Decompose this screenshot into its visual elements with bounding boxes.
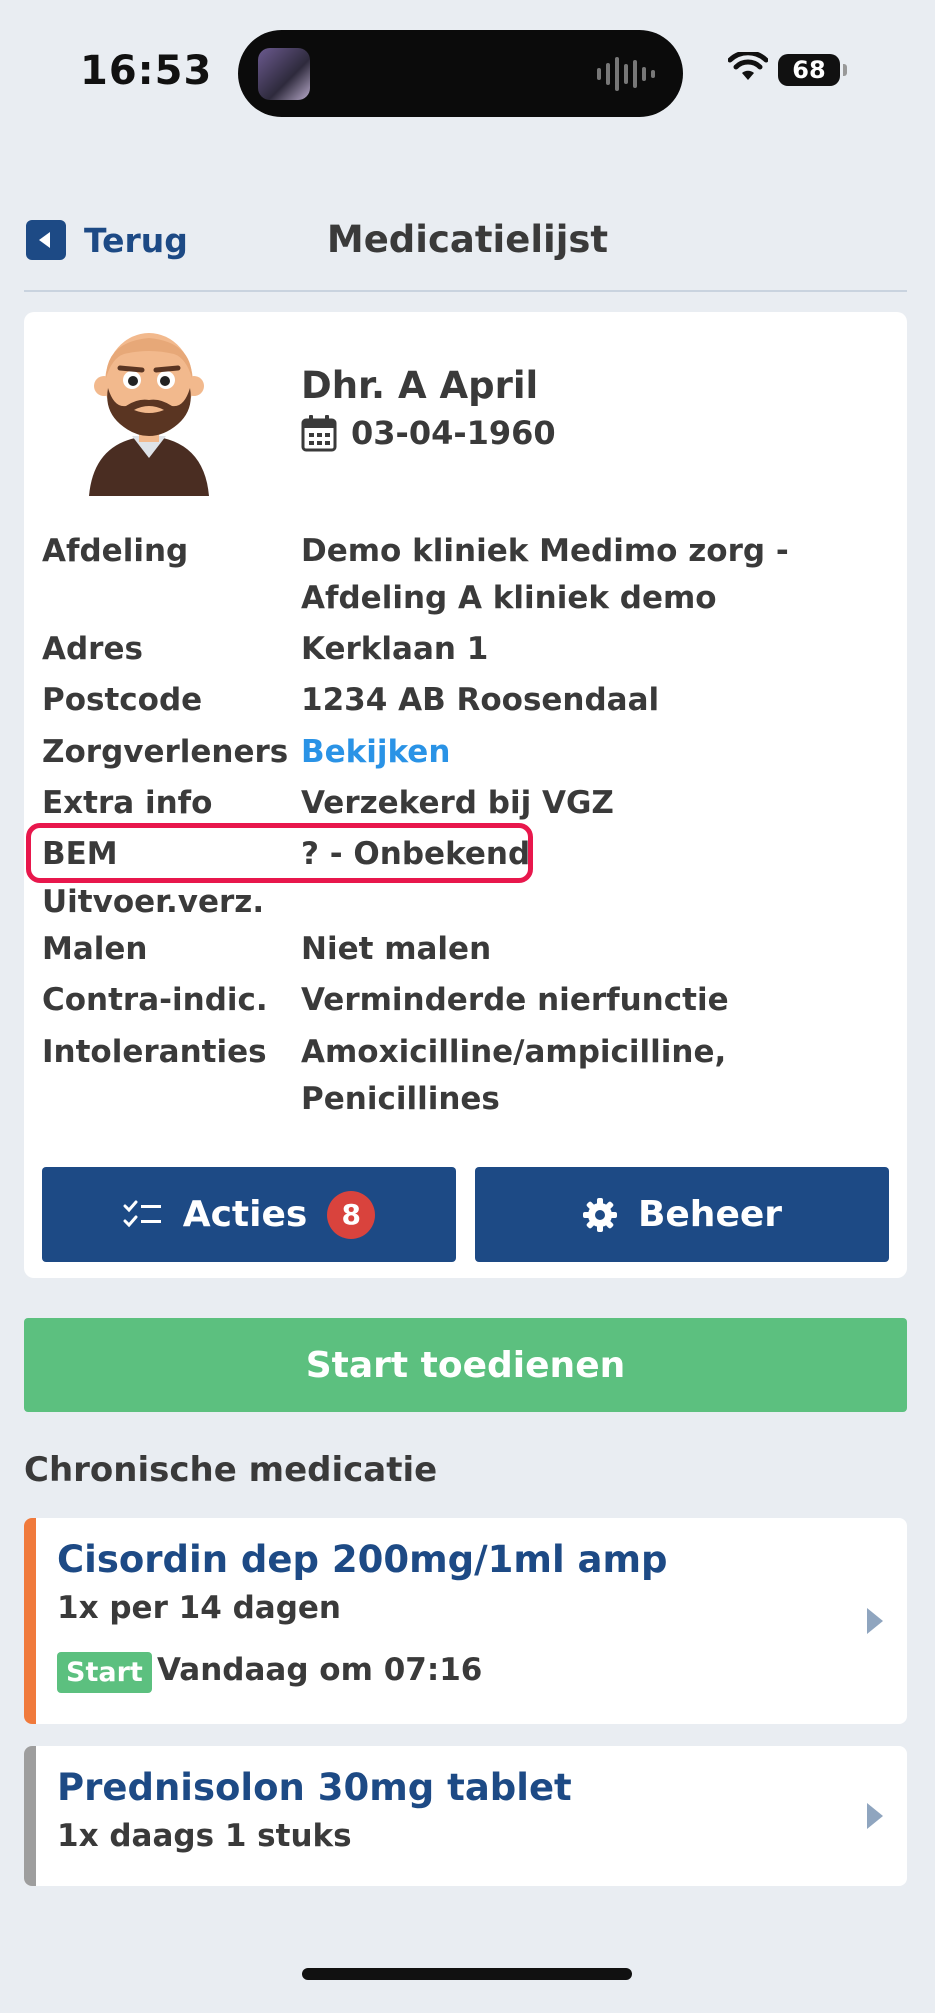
bem-highlight-box (26, 823, 533, 883)
field-label: Extra info (42, 785, 213, 821)
chevron-right-icon (867, 1608, 883, 1634)
field-value: Demo kliniek Medimo zorg - Afdeling A kl… (301, 533, 789, 616)
battery-indicator: 68 (778, 54, 847, 86)
medication-frequency: 1x per 14 dagen (57, 1590, 341, 1626)
medication-card[interactable]: Prednisolon 30mg tablet 1x daags 1 stuks (24, 1746, 907, 1886)
patient-card: Dhr. A April 03-04-1960 Afdeling Demo kl… (24, 312, 907, 1278)
status-time: 16:53 (80, 48, 213, 94)
patient-name: Dhr. A April (301, 364, 539, 407)
wifi-icon (728, 52, 768, 80)
patient-dob: 03-04-1960 (301, 414, 556, 452)
field-value: Verzekerd bij VGZ (301, 785, 614, 821)
header-divider (24, 290, 907, 292)
field-value: Verminderde nierfunctie (301, 982, 729, 1018)
field-value: Kerklaan 1 (301, 631, 489, 667)
field-label: Afdeling (42, 533, 189, 569)
beheer-label: Beheer (637, 1194, 783, 1235)
medication-status-bar (24, 1746, 36, 1886)
checklist-icon (123, 1200, 161, 1227)
field-label: Contra-indic. (42, 982, 268, 1018)
zorgverleners-link[interactable]: Bekijken (301, 729, 881, 776)
medication-time: Vandaag om 07:16 (157, 1652, 483, 1688)
audio-waveform-icon (597, 56, 655, 92)
start-tag: Start (57, 1652, 152, 1693)
section-title: Chronische medicatie (24, 1450, 438, 1490)
acties-button[interactable]: Acties 8 (42, 1167, 456, 1262)
acties-count-badge: 8 (327, 1190, 376, 1239)
medication-name: Cisordin dep 200mg/1ml amp (57, 1538, 668, 1581)
now-playing-thumbnail (258, 48, 310, 100)
start-toedienen-button[interactable]: Start toedienen (24, 1318, 907, 1412)
page-title: Medicatielijst (326, 218, 609, 261)
field-label: Adres (42, 631, 143, 667)
field-label: Zorgverleners (42, 734, 289, 770)
medication-card[interactable]: Cisordin dep 200mg/1ml amp 1x per 14 dag… (24, 1518, 907, 1724)
dob-value: 03-04-1960 (351, 414, 556, 452)
medication-frequency: 1x daags 1 stuks (57, 1818, 352, 1854)
dynamic-island (238, 30, 683, 117)
field-value: Amoxicilline/ampicilline, Penicillines (301, 1034, 727, 1117)
field-label: Postcode (42, 682, 203, 718)
patient-avatar (89, 333, 209, 496)
chevron-right-icon (867, 1803, 883, 1829)
field-label: Intoleranties (42, 1034, 267, 1070)
medication-name: Prednisolon 30mg tablet (57, 1766, 572, 1809)
acties-label: Acties (182, 1194, 308, 1235)
gear-icon (582, 1197, 617, 1232)
beheer-button[interactable]: Beheer (475, 1167, 889, 1262)
calendar-icon (301, 415, 337, 452)
field-label: Uitvoer.verz. (42, 884, 265, 920)
medication-status-bar (24, 1518, 36, 1724)
field-value: Niet malen (301, 931, 492, 967)
field-label: Malen (42, 931, 148, 967)
field-value: 1234 AB Roosendaal (301, 682, 660, 718)
home-indicator[interactable] (302, 1968, 632, 1980)
